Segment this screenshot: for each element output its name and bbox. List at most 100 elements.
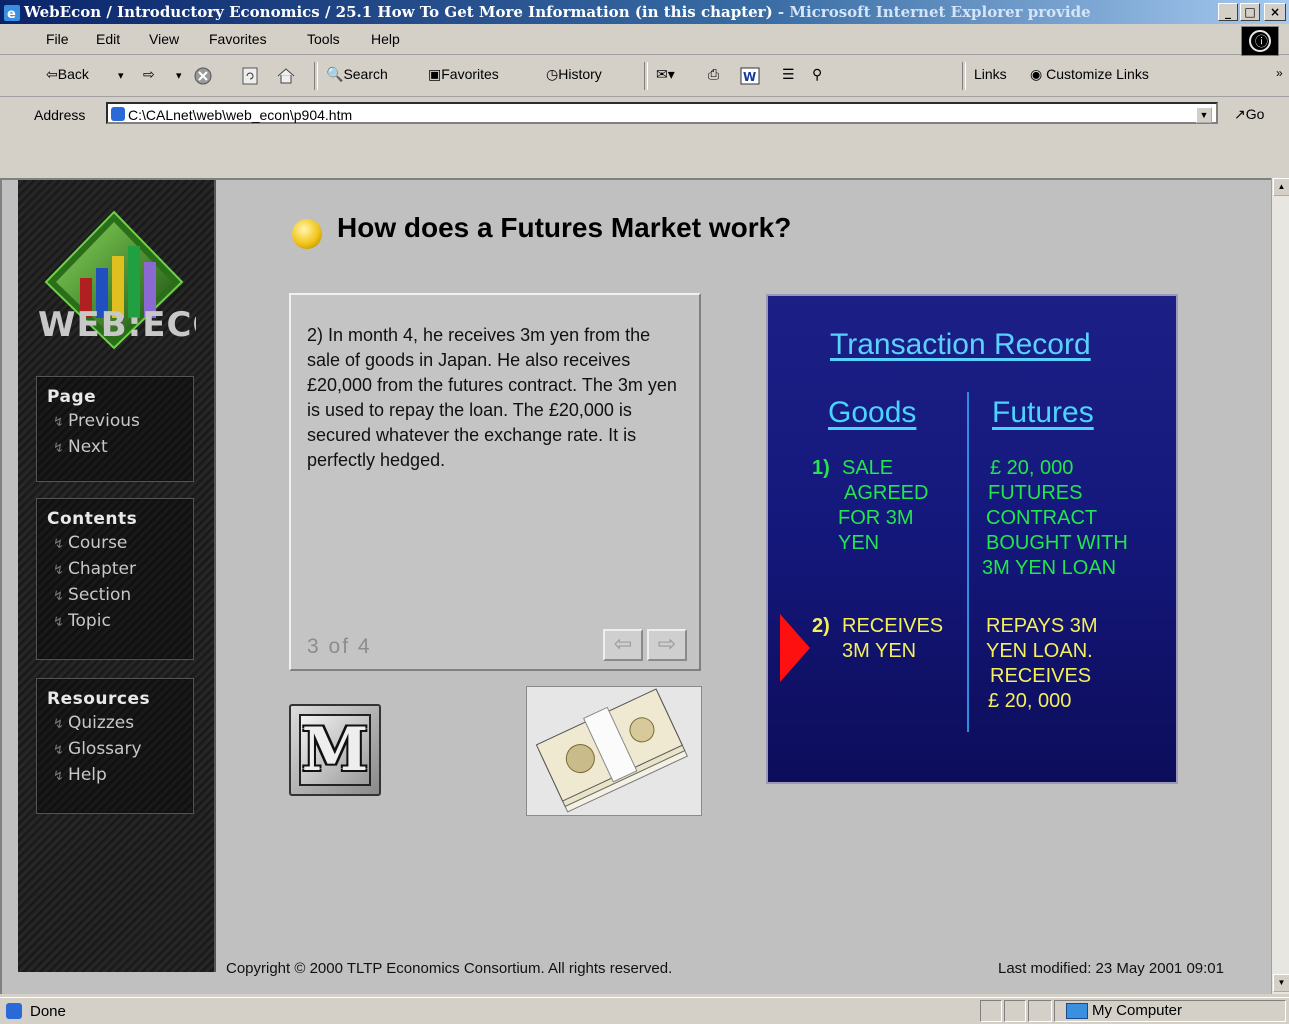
m-button[interactable]: M <box>289 704 381 796</box>
menu-help[interactable]: Help <box>371 31 400 47</box>
toolbar-overflow-icon[interactable]: » <box>1276 66 1283 80</box>
nav-help-link[interactable]: Help <box>53 765 193 785</box>
copyright-text: Copyright © 2000 TLTP Economics Consorti… <box>226 960 673 977</box>
row1-goods-line: SALE <box>842 457 894 479</box>
mail-icon[interactable]: ✉▾ <box>656 66 675 83</box>
address-label: Address <box>34 107 86 123</box>
standard-toolbar: ⇦Back ▾ ⇨ ▾ 🔍Search ▣Favorites ◷History … <box>0 56 1289 97</box>
window-title-bar[interactable]: e WebEcon / Introductory Economics / 25.… <box>0 0 1289 24</box>
status-panel <box>1004 1000 1026 1022</box>
row1-futures-line: CONTRACT <box>986 507 1098 529</box>
forward-button[interactable]: ⇨ <box>143 66 155 83</box>
toolbar-separator <box>962 62 966 90</box>
history-icon: ◷ <box>546 66 559 82</box>
menu-edit[interactable]: Edit <box>96 31 120 47</box>
ie-icon: e <box>4 4 20 22</box>
edit-word-icon[interactable]: W <box>740 66 760 89</box>
history-button[interactable]: ◷History <box>546 66 602 83</box>
row2-futures-line: YEN LOAN. <box>986 640 1093 662</box>
row1-number: 1) <box>812 457 830 479</box>
row2-goods-line: RECEIVES <box>842 615 944 637</box>
customize-links-button[interactable]: ◉ Customize Links <box>1030 66 1149 83</box>
ie-throbber-icon: ⓘ <box>1241 26 1279 56</box>
row1-futures-line: 3M YEN LOAN <box>982 557 1117 579</box>
nav-resources-box: Resources Quizzes Glossary Help <box>36 678 194 814</box>
toolbar-separator <box>314 62 318 90</box>
address-input[interactable]: C:\CALnet\web\web_econ\p904.htm ▼ <box>106 102 1218 124</box>
address-value: C:\CALnet\web\web_econ\p904.htm <box>128 107 353 123</box>
close-button[interactable]: × <box>1264 3 1286 21</box>
menu-favorites[interactable]: Favorites <box>209 31 267 47</box>
nav-previous-link[interactable]: Previous <box>53 411 193 431</box>
logo-text: WEB:ECON <box>38 305 196 345</box>
back-dropdown-icon[interactable]: ▾ <box>118 69 124 82</box>
webecon-logo: WEB:ECON <box>36 208 251 373</box>
sidebar: WEB:ECON Page Previous Next Contents Cou… <box>18 180 251 972</box>
scroll-up-icon[interactable]: ▲ <box>1273 178 1289 196</box>
slide-title: Transaction Record <box>830 328 1091 361</box>
refresh-icon[interactable] <box>240 66 260 89</box>
menu-view[interactable]: View <box>149 31 179 47</box>
nav-section-link[interactable]: Section <box>53 585 193 605</box>
search-icon: 🔍 <box>326 66 344 82</box>
svg-text:W: W <box>743 70 756 84</box>
discuss-icon[interactable]: ☰ <box>782 66 795 83</box>
menu-file[interactable]: File <box>46 31 69 47</box>
page-counter: 3 of 4 <box>307 635 372 658</box>
m-button-label: M <box>299 714 371 786</box>
row2-number: 2) <box>812 615 830 637</box>
row1-futures-line: FUTURES <box>988 482 1083 504</box>
body-text: 2) In month 4, he receives 3m yen from t… <box>307 325 677 470</box>
favorites-icon: ▣ <box>428 66 442 82</box>
heading-bullet-icon <box>292 219 322 249</box>
row2-futures-line: RECEIVES <box>990 665 1092 687</box>
home-icon[interactable] <box>276 66 296 89</box>
menu-bar: File Edit View Favorites Tools Help <box>0 24 1289 55</box>
status-text: Done <box>30 1003 66 1020</box>
maximize-button[interactable]: □ <box>1240 3 1260 21</box>
address-bar: Address C:\CALnet\web\web_econ\p904.htm … <box>0 98 1289 132</box>
row1-goods-line: FOR 3M <box>838 507 914 529</box>
current-step-pointer-icon <box>780 614 810 682</box>
futures-column-heading: Futures <box>992 396 1094 429</box>
forward-dropdown-icon[interactable]: ▾ <box>176 69 182 82</box>
nav-quizzes-link[interactable]: Quizzes <box>53 713 193 733</box>
previous-step-button[interactable]: ⇦ <box>603 629 643 661</box>
ie-page-icon: ◉ <box>1030 66 1043 82</box>
status-panel <box>980 1000 1002 1022</box>
nav-next-link[interactable]: Next <box>53 437 193 457</box>
nav-contents-heading: Contents <box>47 509 138 529</box>
search-button[interactable]: 🔍Search <box>326 66 388 83</box>
ie-page-icon <box>111 107 125 121</box>
stop-icon[interactable] <box>193 66 213 89</box>
messenger-icon[interactable]: ⚲ <box>812 66 822 83</box>
back-button[interactable]: ⇦Back <box>46 66 89 83</box>
row2-futures-line: REPAYS 3M <box>986 615 1098 637</box>
nav-chapter-link[interactable]: Chapter <box>53 559 193 579</box>
nav-topic-link[interactable]: Topic <box>53 611 193 631</box>
row2-futures-line: £ 20, 000 <box>988 690 1072 712</box>
next-step-button[interactable]: ⇨ <box>647 629 687 661</box>
scroll-down-icon[interactable]: ▼ <box>1273 974 1289 992</box>
favorites-button[interactable]: ▣Favorites <box>428 66 499 83</box>
window-title: WebEcon / Introductory Economics / 25.1 … <box>24 3 1091 21</box>
go-button[interactable]: ↗Go <box>1234 106 1264 123</box>
go-arrow-icon: ↗ <box>1234 106 1246 122</box>
menu-tools[interactable]: Tools <box>307 31 340 47</box>
security-zone-text: My Computer <box>1092 1002 1183 1019</box>
vertical-scrollbar[interactable]: ▲ ▼ <box>1271 178 1289 994</box>
minimize-button[interactable]: _ <box>1218 3 1238 21</box>
address-dropdown-icon[interactable]: ▼ <box>1196 107 1212 123</box>
nav-page-box: Page Previous Next <box>36 376 194 482</box>
nav-glossary-link[interactable]: Glossary <box>53 739 193 759</box>
row1-goods-line: AGREED <box>844 482 929 504</box>
nav-course-link[interactable]: Course <box>53 533 193 553</box>
print-icon[interactable]: ⎙ <box>708 66 719 83</box>
text-panel: 2) In month 4, he receives 3m yen from t… <box>289 293 701 671</box>
arrow-left-icon: ⇦ <box>613 631 633 656</box>
my-computer-icon <box>1066 1003 1088 1019</box>
links-label: Links <box>974 66 1007 82</box>
transaction-record-slide: Transaction Record Goods Futures 1) SALE… <box>766 294 1178 784</box>
ie-page-icon <box>6 1003 22 1019</box>
nav-contents-box: Contents Course Chapter Section Topic <box>36 498 194 660</box>
